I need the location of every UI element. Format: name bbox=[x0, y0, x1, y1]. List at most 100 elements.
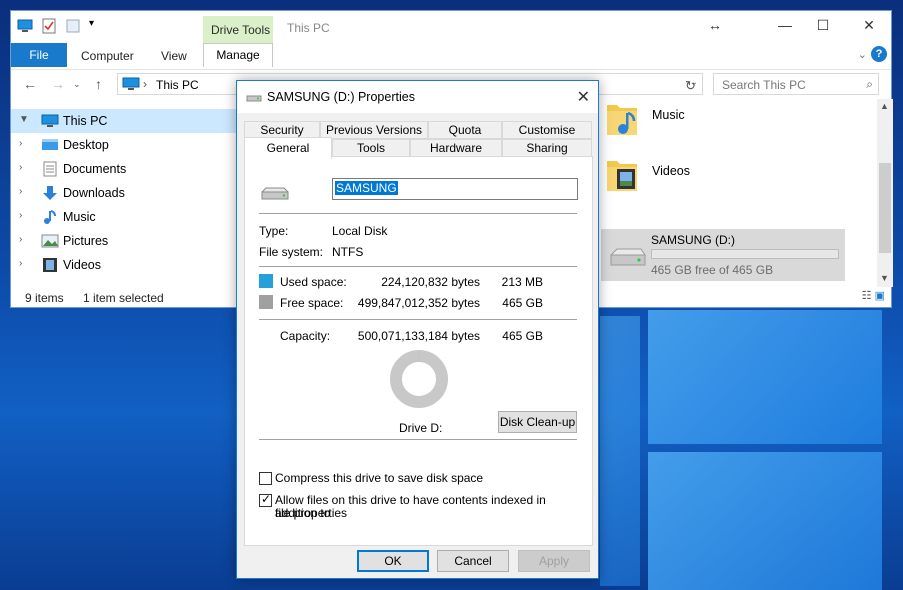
drive-label-value[interactable]: SAMSUNG bbox=[335, 181, 398, 195]
properties-dialog: SAMSUNG (D:) Properties ✕ Security Previ… bbox=[236, 80, 599, 579]
tab-general[interactable]: General bbox=[244, 137, 332, 159]
tab-customise[interactable]: Customise bbox=[502, 121, 592, 139]
sidebar-item-label: This PC bbox=[63, 114, 108, 128]
checkmark-icon: ✓ bbox=[261, 492, 272, 506]
videos-folder-icon bbox=[43, 258, 57, 272]
scroll-thumb[interactable] bbox=[879, 163, 891, 253]
refresh-icon[interactable]: ↻ bbox=[685, 78, 703, 96]
ok-button[interactable]: OK bbox=[357, 550, 429, 572]
pc-icon[interactable] bbox=[17, 18, 33, 34]
capacity-bytes: 500,071,133,184 bytes bbox=[357, 329, 480, 343]
disk-cleanup-button[interactable]: Disk Clean-up bbox=[498, 411, 577, 433]
content-item-music[interactable]: Music bbox=[605, 97, 725, 141]
compress-checkbox[interactable] bbox=[259, 472, 272, 485]
chevron-right-icon[interactable]: › bbox=[19, 186, 22, 197]
minimize-button[interactable]: — bbox=[771, 17, 799, 37]
pc-icon bbox=[41, 114, 59, 127]
compress-label[interactable]: Compress this drive to save disk space bbox=[275, 472, 483, 485]
donut-free-ring bbox=[390, 350, 448, 408]
customize-qat-icon[interactable]: ▾ bbox=[89, 18, 99, 34]
tab-tools[interactable]: Tools bbox=[332, 139, 410, 157]
pc-icon bbox=[122, 77, 140, 90]
status-item-count: 9 items bbox=[25, 291, 64, 305]
hard-drive-icon bbox=[610, 248, 646, 266]
expand-ribbon-icon[interactable]: ⌄ bbox=[858, 48, 867, 61]
sidebar-item-pictures[interactable]: › Pictures bbox=[11, 229, 239, 253]
navigation-pane: ▼ This PC › Desktop › Documents › Downlo… bbox=[11, 109, 241, 287]
scroll-up-icon[interactable]: ▲ bbox=[880, 101, 889, 111]
sidebar-item-videos[interactable]: › Videos bbox=[11, 253, 239, 277]
tab-file[interactable]: File bbox=[11, 43, 67, 67]
desktop-window-pane bbox=[600, 316, 640, 586]
desktop-folder-icon bbox=[42, 139, 58, 150]
downloads-folder-icon bbox=[43, 186, 57, 200]
used-space-label: Used space: bbox=[280, 275, 347, 289]
chevron-right-icon[interactable]: › bbox=[19, 234, 22, 245]
tab-view[interactable]: View bbox=[161, 49, 187, 63]
chevron-right-icon[interactable]: › bbox=[19, 162, 22, 173]
details-view-icon[interactable]: ☷ bbox=[862, 290, 872, 302]
apply-button[interactable]: Apply bbox=[518, 550, 590, 572]
type-label: Type: bbox=[259, 224, 289, 238]
up-arrow-icon[interactable]: ↑ bbox=[95, 76, 102, 92]
search-icon[interactable]: ⌕ bbox=[866, 77, 873, 92]
general-tab-page: SAMSUNG Type: Local Disk File system: NT… bbox=[244, 156, 593, 546]
breadcrumb-separator-icon[interactable]: › bbox=[143, 77, 147, 91]
free-space-bytes: 499,847,012,352 bytes bbox=[357, 296, 480, 310]
close-icon[interactable]: ✕ bbox=[577, 87, 590, 107]
desktop-window-pane bbox=[648, 310, 882, 444]
sidebar-item-label: Desktop bbox=[63, 138, 109, 152]
new-folder-icon[interactable] bbox=[65, 18, 81, 34]
drive-usage-bar bbox=[651, 249, 839, 259]
free-space-swatch bbox=[259, 295, 273, 309]
chevron-right-icon[interactable]: › bbox=[19, 138, 22, 149]
tab-manage[interactable]: Manage bbox=[203, 43, 273, 67]
drive-label-input[interactable]: SAMSUNG bbox=[332, 178, 578, 200]
sidebar-item-documents[interactable]: › Documents bbox=[11, 157, 239, 181]
content-item-videos[interactable]: Videos bbox=[605, 153, 725, 197]
used-space-swatch bbox=[259, 274, 273, 288]
tab-sharing[interactable]: Sharing bbox=[502, 139, 592, 157]
sidebar-item-downloads[interactable]: › Downloads bbox=[11, 181, 239, 205]
used-space-size: 213 MB bbox=[501, 275, 543, 289]
close-button[interactable]: ✕ bbox=[855, 17, 883, 37]
tab-hardware[interactable]: Hardware bbox=[410, 139, 502, 157]
tab-quota[interactable]: Quota bbox=[428, 121, 502, 139]
drive-caption: Drive D: bbox=[399, 421, 443, 435]
sidebar-item-label: Downloads bbox=[63, 186, 125, 200]
tab-computer[interactable]: Computer bbox=[81, 49, 134, 63]
divider bbox=[259, 266, 577, 267]
sidebar-item-desktop[interactable]: › Desktop bbox=[11, 133, 239, 157]
chevron-right-icon[interactable]: › bbox=[19, 258, 22, 269]
resize-cursor-icon: ↔ bbox=[708, 17, 722, 33]
scroll-down-icon[interactable]: ▼ bbox=[880, 273, 889, 283]
search-input[interactable]: Search This PC ⌕ bbox=[713, 73, 879, 95]
capacity-label: Capacity: bbox=[280, 329, 331, 343]
chevron-down-icon[interactable]: ▼ bbox=[19, 114, 29, 125]
back-arrow-icon[interactable]: ← bbox=[23, 76, 37, 92]
tab-previous-versions[interactable]: Previous Versions bbox=[320, 121, 428, 139]
desktop-window-pane bbox=[648, 452, 882, 590]
chevron-right-icon[interactable]: › bbox=[19, 210, 22, 221]
recent-dropdown-icon[interactable]: ⌄ bbox=[73, 79, 81, 90]
hard-drive-icon bbox=[246, 95, 262, 102]
drive-tile-samsung[interactable]: SAMSUNG (D:) 465 GB free of 465 GB bbox=[601, 229, 845, 281]
help-icon[interactable]: ? bbox=[871, 46, 887, 62]
large-icons-view-icon[interactable]: ▣ bbox=[875, 290, 885, 302]
vertical-scrollbar[interactable]: ▲ ▼ bbox=[877, 99, 893, 287]
sidebar-item-label: Music bbox=[63, 210, 96, 224]
index-label-line2[interactable]: file properties bbox=[275, 507, 347, 520]
divider bbox=[259, 439, 577, 440]
maximize-button[interactable]: ☐ bbox=[809, 17, 837, 37]
cancel-button[interactable]: Cancel bbox=[437, 550, 509, 572]
sidebar-item-label: Videos bbox=[63, 258, 101, 272]
sidebar-item-this-pc[interactable]: ▼ This PC bbox=[11, 109, 239, 133]
address-text[interactable]: This PC bbox=[156, 78, 199, 92]
window-title: This PC bbox=[287, 21, 330, 35]
index-checkbox[interactable]: ✓ bbox=[259, 492, 272, 507]
dialog-title: SAMSUNG (D:) Properties bbox=[267, 90, 415, 104]
videos-folder-icon bbox=[607, 161, 637, 191]
properties-icon[interactable] bbox=[41, 18, 57, 34]
sidebar-item-music[interactable]: › Music bbox=[11, 205, 239, 229]
forward-arrow-icon[interactable]: → bbox=[51, 76, 65, 92]
